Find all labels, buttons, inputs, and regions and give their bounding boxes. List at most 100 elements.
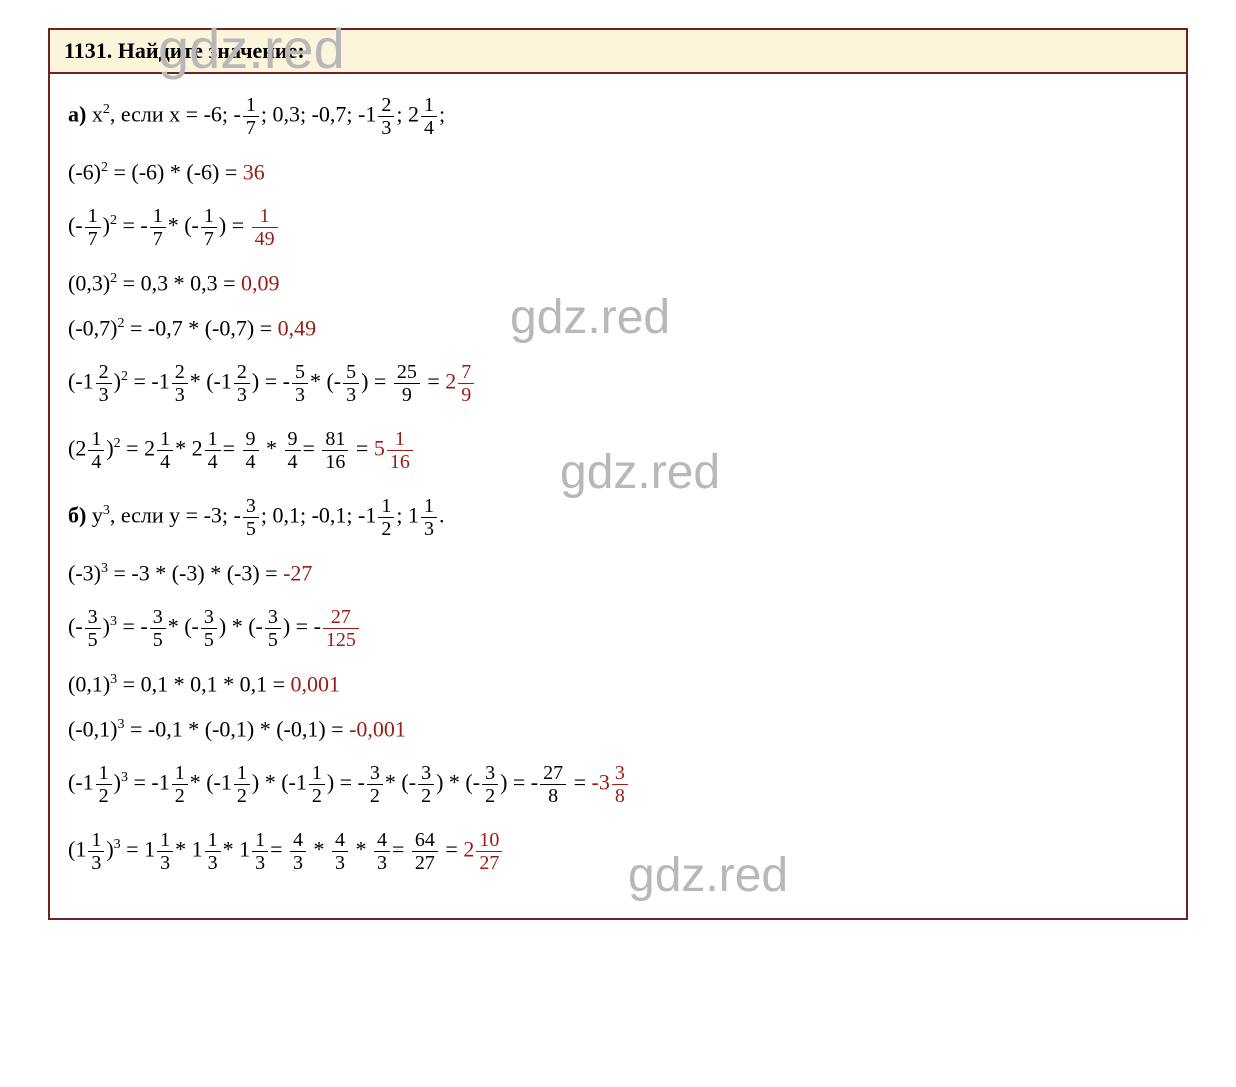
text: (-1 [68,770,94,795]
answer-int: 2 [440,369,457,394]
text: (0,1) [68,672,110,697]
denominator: 3 [88,852,104,874]
denominator: 2 [96,785,112,807]
fraction: 13 [252,829,268,874]
fraction: 12 [309,762,325,807]
numerator: 1 [157,428,173,451]
text: = -0,7 * (-0,7) = [124,315,277,340]
equation-line: (-3)3 = -3 * (-3) * (-3) = -27 [68,562,1168,584]
text: x [86,102,103,127]
numerator: 1 [421,94,437,117]
numerator: 3 [150,606,166,629]
numerator: 1 [157,829,173,852]
text: * (- [168,213,199,238]
denominator: 2 [482,785,498,807]
exponent: 2 [114,436,121,451]
numerator: 3 [482,762,498,785]
fraction: 14 [88,428,104,473]
exponent: 2 [121,369,128,384]
fraction: 12 [378,495,394,540]
text: ) * (- [436,770,480,795]
fraction: 12 [172,762,188,807]
denominator: 3 [378,117,394,139]
fraction: 13 [157,829,173,874]
text: ) [103,213,110,238]
denominator: 4 [243,451,259,473]
fraction: 12 [234,762,250,807]
fraction: 32 [418,762,434,807]
fraction: 17 [85,205,101,250]
answer: -27 [283,560,312,585]
fraction: 17 [243,94,259,139]
fraction: 259 [394,361,420,406]
text: = 1 [121,837,155,862]
numerator: 5 [343,361,359,384]
denominator: 2 [172,785,188,807]
text: * (-1 [190,770,232,795]
text: (-6) [68,159,101,184]
numerator: 2 [172,361,188,384]
denominator: 9 [394,384,420,406]
numerator: 25 [394,361,420,384]
numerator: 3 [418,762,434,785]
fraction: 53 [292,361,308,406]
denominator: 8 [612,785,628,807]
numerator: 3 [201,606,217,629]
text: (- [68,614,83,639]
text: = [568,770,586,795]
text: y [86,503,103,528]
fraction: 278 [540,762,566,807]
numerator: 9 [243,428,259,451]
exponent: 2 [101,160,108,175]
denominator: 4 [285,451,301,473]
text: = 0,3 * 0,3 = [117,271,241,296]
denominator: 7 [150,228,166,250]
denominator: 2 [378,518,394,540]
numerator: 10 [476,829,502,852]
part-a-label: а) [68,102,86,127]
fraction: 43 [374,829,390,874]
denominator: 3 [234,384,250,406]
fraction: 23 [96,361,112,406]
numerator: 2 [234,361,250,384]
denominator: 3 [252,852,268,874]
text: ) = - [252,369,290,394]
text: = [223,436,241,461]
numerator: 1 [85,205,101,228]
fraction: 53 [343,361,359,406]
text: = -3 * (-3) * (-3) = [108,560,283,585]
denominator: 3 [332,852,348,874]
text: ) * (- [219,614,263,639]
text: ; 0,3; -0,7; -1 [261,102,377,127]
answer-int: 5 [368,436,385,461]
equation-line: (113)3 = 113* 113* 113= 43 * 43 * 43= 64… [68,829,1168,874]
fraction: 94 [243,428,259,473]
fraction: 35 [243,495,259,540]
text: * 1 [175,837,203,862]
denominator: 5 [150,629,166,651]
answer-fraction: 38 [612,762,628,807]
text: * (- [310,369,341,394]
text: ) = - [327,770,365,795]
denominator: 27 [412,852,438,874]
denominator: 3 [292,384,308,406]
numerator: 9 [285,428,301,451]
denominator: 27 [476,852,502,874]
text: * (- [385,770,416,795]
numerator: 1 [309,762,325,785]
text: ) = - [283,614,321,639]
equation-line: (-6)2 = (-6) * (-6) = 36 [68,161,1168,183]
numerator: 1 [205,829,221,852]
denominator: 3 [172,384,188,406]
numerator: 5 [292,361,308,384]
text: * 2 [175,436,203,461]
fraction: 94 [285,428,301,473]
fraction: 13 [205,829,221,874]
fraction: 23 [378,94,394,139]
denominator: 8 [540,785,566,807]
denominator: 5 [201,629,217,651]
answer-fraction: 149 [252,205,278,250]
numerator: 2 [378,94,394,117]
answer-int: 2 [458,837,475,862]
text: = 0,1 * 0,1 * 0,1 = [117,672,290,697]
